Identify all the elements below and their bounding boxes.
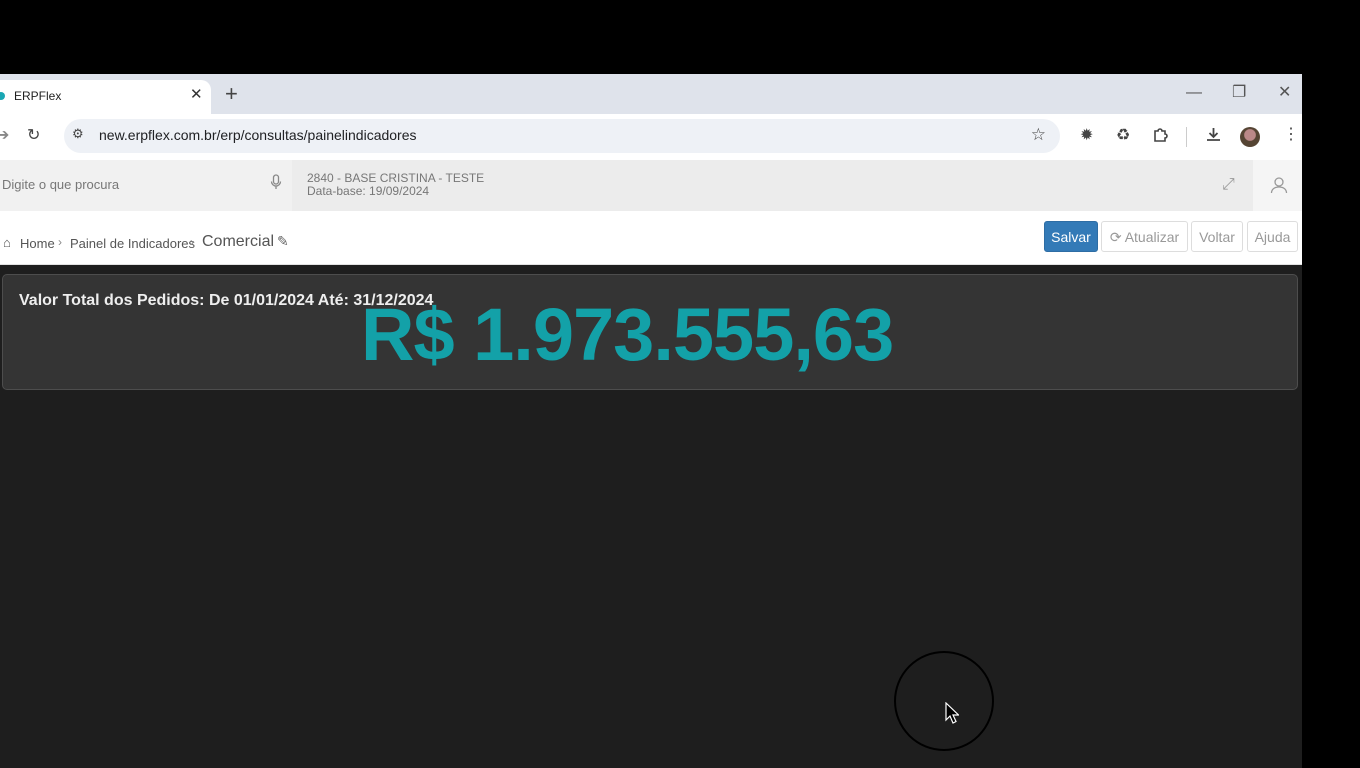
fullscreen-expand-icon[interactable]: ⤢	[1222, 176, 1235, 194]
tab-title: ERPFlex	[14, 89, 62, 103]
browser-window: ERPFlex ✕ + — ❐ ✕ ➔ ↻ ⚙ new.erpflex.com.…	[0, 74, 1302, 768]
home-icon[interactable]: ⌂	[3, 235, 11, 250]
indicator-value: R$ 1.973.555,63	[361, 293, 894, 376]
browser-menu-icon[interactable]: ⋮	[1283, 126, 1299, 144]
tab-strip: ERPFlex ✕ + — ❐ ✕	[0, 74, 1302, 114]
base-date: Data-base: 19/09/2024	[307, 184, 430, 198]
back-arrow-icon[interactable]: ➔	[0, 127, 9, 145]
bookmark-star-icon[interactable]: ☆	[1031, 125, 1046, 145]
edit-pencil-icon[interactable]: ✎	[277, 233, 289, 250]
refresh-icon: ⟳	[1109, 229, 1122, 245]
minimize-icon[interactable]: —	[1186, 84, 1202, 102]
restore-icon[interactable]: ❐	[1232, 84, 1246, 102]
reload-icon[interactable]: ↻	[27, 127, 40, 145]
microphone-icon[interactable]	[270, 174, 282, 194]
erp-header: 2840 - BASE CRISTINA - TESTE Data-base: …	[0, 160, 1302, 211]
breadcrumb-painel[interactable]: Painel de Indicadores	[70, 236, 195, 251]
breadcrumb: ⌂ Home › Painel de Indicadores › Comerci…	[0, 211, 1302, 265]
breadcrumb-separator: ›	[58, 235, 62, 249]
breadcrumb-separator: ›	[190, 235, 194, 249]
help-button[interactable]: Ajuda	[1247, 221, 1298, 252]
tab-close-icon[interactable]: ✕	[190, 85, 203, 105]
save-button[interactable]: Salvar	[1044, 221, 1098, 252]
toolbar-divider	[1186, 127, 1187, 147]
refresh-button[interactable]: ⟳ Atualizar	[1101, 221, 1188, 252]
profile-avatar[interactable]	[1240, 127, 1260, 147]
window-close-icon[interactable]: ✕	[1278, 84, 1291, 102]
mouse-cursor-icon	[945, 701, 960, 729]
click-indicator-ring	[894, 651, 994, 751]
recycle-extension-icon[interactable]: ♻	[1116, 127, 1130, 145]
url-text[interactable]: new.erpflex.com.br/erp/consultas/paineli…	[99, 127, 417, 143]
new-tab-button[interactable]: +	[225, 82, 238, 106]
tab-erpflex[interactable]: ERPFlex ✕	[0, 80, 211, 114]
page-title: Comercial	[202, 233, 275, 250]
site-info-icon[interactable]: ⚙	[72, 126, 84, 142]
breadcrumb-home[interactable]: Home	[20, 236, 55, 251]
back-button[interactable]: Voltar	[1191, 221, 1243, 252]
browser-toolbar: ➔ ↻ ⚙ new.erpflex.com.br/erp/consultas/p…	[0, 114, 1302, 160]
user-menu[interactable]	[1253, 160, 1302, 211]
indicator-card: Valor Total dos Pedidos: De 01/01/2024 A…	[2, 274, 1298, 390]
download-icon[interactable]	[1205, 126, 1222, 148]
company-info: 2840 - BASE CRISTINA - TESTE Data-base: …	[307, 172, 484, 198]
refresh-label: Atualizar	[1124, 229, 1180, 245]
user-icon	[1270, 176, 1288, 199]
search-area	[0, 160, 292, 211]
extensions-puzzle-icon[interactable]	[1152, 126, 1169, 148]
address-bar[interactable]: ⚙ new.erpflex.com.br/erp/consultas/paine…	[64, 119, 1060, 153]
extension-gear-icon[interactable]: ✹	[1080, 127, 1093, 145]
erpflex-favicon-icon	[0, 92, 5, 100]
search-input[interactable]	[2, 177, 252, 192]
